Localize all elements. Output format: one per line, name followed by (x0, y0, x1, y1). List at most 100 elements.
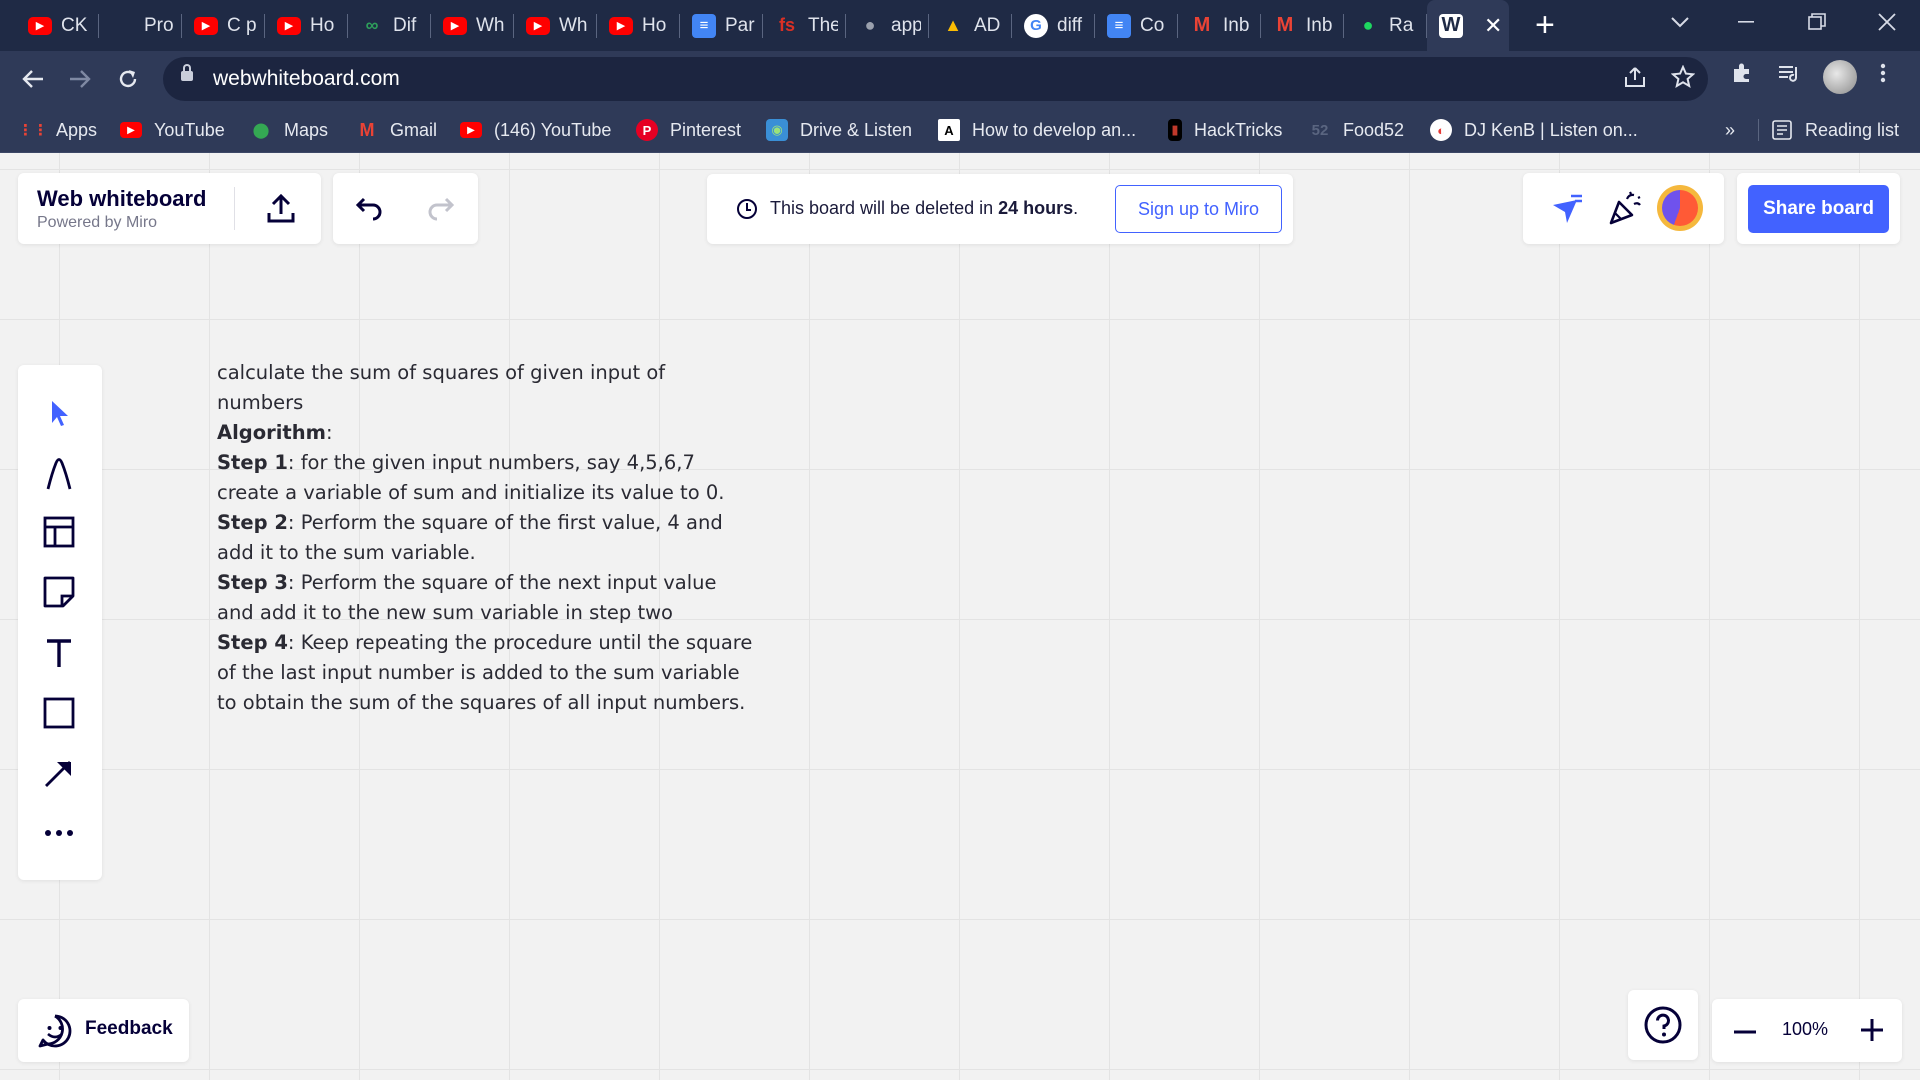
browser-tab[interactable]: ∞ Dif (348, 0, 431, 51)
browser-tab[interactable]: ● app (846, 0, 929, 51)
bookmark-label: How to develop an... (972, 119, 1137, 140)
more-tools-icon[interactable] (37, 811, 81, 855)
extensions-icon[interactable] (1730, 61, 1754, 92)
bookmark-item[interactable]: ▶ YouTube (120, 107, 225, 153)
brand-subtitle: Powered by Miro (37, 214, 158, 231)
bookmark-item[interactable]: ▶ (146) YouTube (460, 107, 611, 153)
tab-title: Wh (476, 14, 505, 36)
bookmarks-overflow[interactable]: » (1725, 107, 1735, 153)
lock-icon[interactable] (181, 64, 193, 81)
bookmark-item[interactable]: A How to develop an... (938, 107, 1136, 153)
zoom-level[interactable]: 100% (1782, 1019, 1828, 1040)
feedback-button[interactable]: Feedback (18, 999, 189, 1062)
algorithm-colon: : (325, 421, 333, 444)
browser-tab[interactable]: ▶ Wh (514, 0, 597, 51)
pinterest-icon: P (636, 119, 658, 141)
step-label: Step 3 (217, 571, 288, 594)
follow-cursor-icon[interactable] (1549, 191, 1585, 227)
browser-tab[interactable]: ≡ Co (1095, 0, 1178, 51)
active-tab[interactable]: W ✕ (1427, 0, 1509, 51)
text-note[interactable]: calculate the sum of squares of given in… (217, 358, 757, 718)
export-icon[interactable] (263, 191, 299, 227)
youtube-icon: ▶ (120, 122, 142, 138)
browser-tab[interactable]: M Inb (1261, 0, 1344, 51)
whiteboard-favicon-icon: W (1439, 13, 1463, 38)
bookmark-item[interactable]: ▮ HackTricks (1168, 107, 1282, 153)
bookmark-item[interactable]: P Pinterest (636, 107, 741, 153)
menu-kebab-icon[interactable] (1880, 61, 1886, 92)
browser-toolbar: webwhiteboard.com (0, 51, 1920, 107)
share-board-button[interactable]: Share board (1748, 185, 1889, 233)
sticky-note-icon[interactable] (37, 570, 81, 614)
bookmark-label: Maps (284, 119, 329, 140)
bookmark-item[interactable]: ◐ DJ KenB | Listen on... (1430, 107, 1638, 153)
close-window-icon[interactable] (1852, 0, 1920, 44)
panel-divider (234, 187, 235, 230)
tool-sidebar (18, 365, 102, 880)
celebrate-icon[interactable] (1607, 190, 1643, 228)
browser-tab[interactable]: ● Ra (1344, 0, 1427, 51)
browser-tab[interactable]: Pro (99, 0, 182, 51)
reload-icon[interactable] (110, 61, 146, 97)
new-tab-icon[interactable]: + (1535, 6, 1555, 45)
url-text[interactable]: webwhiteboard.com (213, 67, 400, 91)
select-cursor-icon[interactable] (37, 391, 81, 435)
youtube-icon: ▶ (28, 16, 52, 35)
share-page-icon[interactable] (1623, 65, 1647, 96)
feedback-label: Feedback (85, 1018, 173, 1039)
bookmark-star-icon[interactable] (1670, 64, 1696, 96)
minimize-icon[interactable] (1712, 0, 1782, 44)
zoom-in-icon[interactable] (1859, 1017, 1885, 1043)
bookmark-item[interactable]: M Gmail (356, 107, 438, 153)
youtube-icon: ▶ (443, 16, 467, 35)
bookmark-item[interactable]: ⬤ Maps (250, 107, 328, 153)
tab-title: Pro (144, 14, 174, 36)
browser-tab[interactable]: ▶ Ho (265, 0, 348, 51)
user-avatar[interactable] (1657, 185, 1703, 231)
browser-tab[interactable]: ≡ Par (680, 0, 763, 51)
address-bar[interactable]: webwhiteboard.com (163, 57, 1708, 101)
browser-tab[interactable]: ▶ Ho (597, 0, 680, 51)
browser-tab[interactable]: fs The (763, 0, 846, 51)
note-algorithm-heading: Algorithm: (217, 418, 757, 448)
bookmark-label: (146) YouTube (494, 119, 612, 140)
browser-tab[interactable]: ▶ CK (16, 0, 99, 51)
tab-title: Wh (559, 14, 588, 36)
pen-tool-icon[interactable] (37, 451, 81, 495)
docs-icon: ≡ (692, 13, 716, 38)
bookmark-label: Gmail (390, 119, 438, 140)
help-button[interactable] (1628, 990, 1698, 1060)
browser-tab[interactable]: ▶ C p (182, 0, 265, 51)
restore-icon[interactable] (1782, 0, 1852, 44)
media-control-icon[interactable] (1777, 61, 1801, 92)
bookmark-item[interactable]: 52 Food52 (1309, 107, 1404, 153)
browser-tab[interactable]: Gdiff (1012, 0, 1095, 51)
apps-icon: ⋮⋮ (18, 122, 48, 139)
browser-tab[interactable]: M Inb (1178, 0, 1261, 51)
browser-tab[interactable]: ▶ Wh (431, 0, 514, 51)
browser-tab[interactable]: ▲ AD (929, 0, 1012, 51)
reading-list[interactable]: Reading list (1771, 107, 1899, 153)
bookmark-item[interactable]: ⋮⋮ Apps (18, 107, 97, 153)
close-tab-icon[interactable]: ✕ (1484, 13, 1502, 39)
youtube-icon: ▶ (460, 122, 482, 138)
tab-search-chevron-icon[interactable] (1645, 0, 1715, 44)
hacktricks-icon: ▮ (1168, 119, 1182, 141)
shape-tool-icon[interactable] (37, 691, 81, 735)
brand-title: Web whiteboard (37, 186, 207, 211)
undo-icon[interactable] (351, 191, 387, 227)
text-tool-icon[interactable] (37, 631, 81, 675)
signup-button[interactable]: Sign up to Miro (1115, 185, 1282, 233)
template-icon[interactable] (37, 510, 81, 554)
back-icon[interactable] (15, 61, 51, 97)
zoom-out-icon[interactable] (1732, 1019, 1758, 1045)
tab-title: Ho (310, 14, 335, 36)
bookmark-item[interactable]: ◉ Drive & Listen (766, 107, 912, 153)
profile-avatar[interactable] (1823, 60, 1857, 94)
dj-icon: ◐ (1430, 119, 1452, 141)
forward-icon[interactable] (62, 61, 98, 97)
tab-title: app (891, 14, 921, 36)
arrow-tool-icon[interactable] (37, 751, 81, 795)
redo-icon[interactable] (423, 191, 459, 227)
bookmark-label: Drive & Listen (800, 119, 913, 140)
